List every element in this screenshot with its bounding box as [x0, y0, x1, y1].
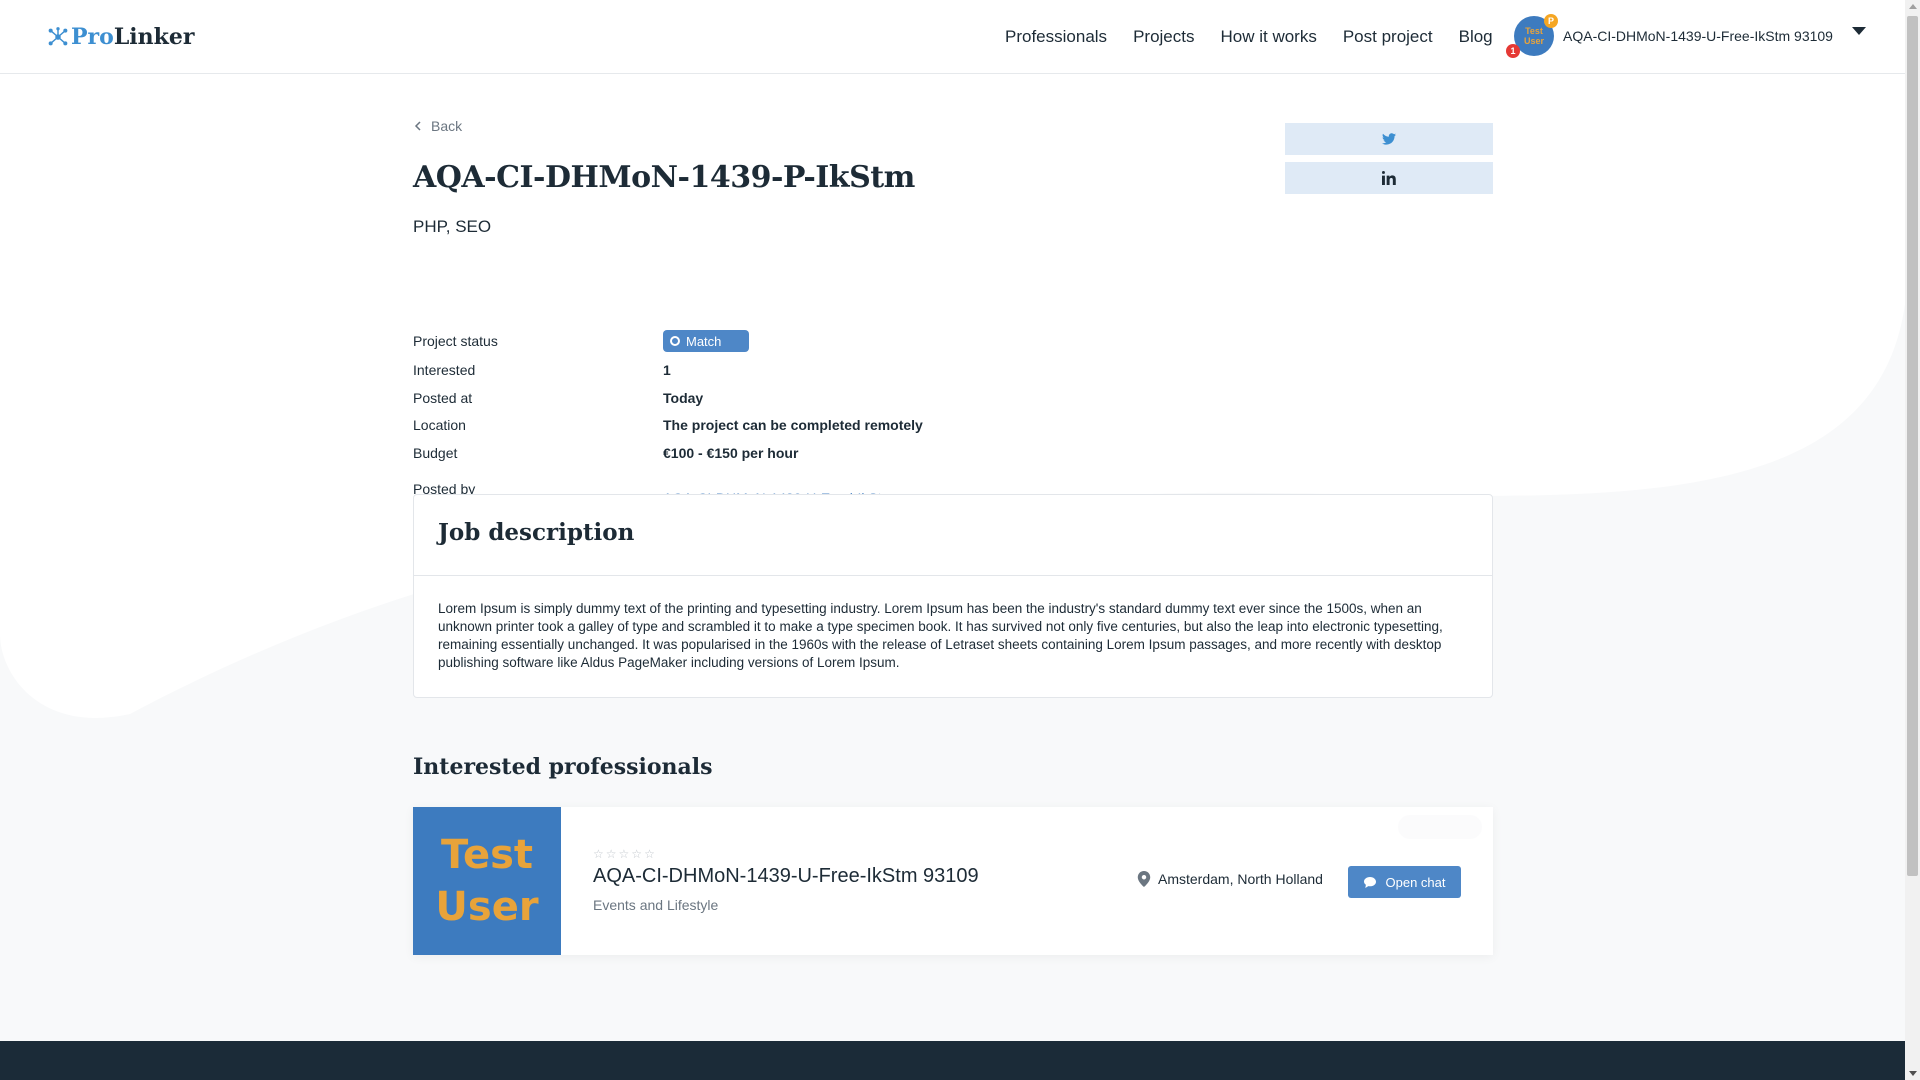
status-circle-icon [670, 336, 680, 346]
location-text: Amsterdam, North Holland [1158, 871, 1323, 887]
logo-linker-text: Linker [113, 24, 195, 50]
main-nav: Professionals Projects How it works Post… [1005, 0, 1519, 74]
detail-label: Budget [413, 445, 458, 461]
share-twitter-button[interactable] [1285, 123, 1493, 155]
back-link[interactable]: Back [413, 118, 462, 134]
interested-professionals-title: Interested professionals [413, 754, 713, 780]
scroll-thumb[interactable] [1907, 16, 1918, 876]
location-pin-icon [1137, 871, 1151, 887]
rating-stars: ☆ ☆ ☆ ☆ ☆ [593, 847, 657, 861]
vertical-scrollbar[interactable] [1905, 0, 1920, 1080]
detail-row-status: Project status Match [413, 330, 749, 352]
open-chat-label: Open chat [1385, 874, 1446, 890]
linkedin-icon [1382, 171, 1396, 185]
detail-label: Project status [413, 333, 498, 349]
nav-blog[interactable]: Blog [1459, 27, 1493, 47]
star-icon: ☆ [605, 847, 617, 861]
user-avatar-text: Test User [1523, 26, 1544, 46]
job-description-text: Lorem Ipsum is simply dummy text of the … [438, 601, 1443, 670]
nav-professionals[interactable]: Professionals [1005, 27, 1107, 47]
twitter-icon [1382, 133, 1396, 145]
share-linkedin-button[interactable] [1285, 162, 1493, 194]
detail-value: 1 [663, 362, 671, 378]
nav-projects[interactable]: Projects [1133, 27, 1194, 47]
status-badge: Match [663, 330, 749, 352]
logo-pro-text: Pro [71, 24, 114, 50]
card-tag [1398, 815, 1482, 839]
caret-down-icon[interactable] [1851, 27, 1866, 35]
detail-row-interested: Interested 1 [413, 362, 671, 378]
avatar-line-1: Test [440, 832, 534, 878]
star-icon: ☆ [644, 847, 655, 861]
detail-value: Match [663, 330, 749, 352]
scroll-down-arrow-icon[interactable] [1909, 1071, 1917, 1076]
job-description-header: Job description [414, 495, 1492, 576]
detail-value: The project can be completed remotely [663, 417, 923, 433]
premium-badge: P [1544, 14, 1558, 28]
project-title: AQA-CI-DHMoN-1439-P-IkStm [413, 160, 915, 195]
open-chat-button[interactable]: Open chat [1348, 866, 1461, 898]
prolinker-logo[interactable]: Pro Linker [47, 22, 194, 52]
user-name[interactable]: AQA-CI-DHMoN-1439-U-Free-IkStm 93109 [1563, 28, 1833, 44]
nav-post-project[interactable]: Post project [1343, 27, 1433, 47]
top-navbar: Pro Linker Professionals Projects How it … [0, 0, 1905, 74]
detail-label: Interested [413, 362, 476, 378]
logo-icon [48, 27, 68, 46]
star-icon: ☆ [618, 847, 630, 861]
detail-label: Posted at [413, 390, 473, 406]
user-menu[interactable]: Test User P 1 AQA-CI-DHMoN-1439-U-Free-I… [1506, 14, 1866, 58]
star-icon: ☆ [631, 847, 643, 861]
detail-row-posted-at: Posted at Today [413, 390, 703, 406]
detail-value: €100 - €150 per hour [663, 445, 799, 461]
user-avatar[interactable]: Test User P 1 [1506, 14, 1558, 58]
scroll-up-arrow-icon[interactable] [1909, 4, 1917, 9]
chat-bubble-icon [1363, 876, 1376, 888]
job-description-title: Job description [438, 519, 635, 546]
professional-name[interactable]: AQA-CI-DHMoN-1439-U-Free-IkStm 93109 [593, 865, 979, 888]
detail-row-budget: Budget €100 - €150 per hour [413, 445, 798, 461]
job-description-card: Job description Lorem Ipsum is simply du… [413, 494, 1493, 698]
star-icon: ☆ [593, 847, 604, 861]
notification-badge[interactable]: 1 [1506, 44, 1520, 58]
detail-label: Location [413, 417, 466, 433]
professional-category: Events and Lifestyle [593, 897, 719, 913]
page-footer [0, 1041, 1905, 1080]
project-skills: PHP, SEO [413, 217, 492, 236]
nav-how-it-works[interactable]: How it works [1220, 27, 1316, 47]
status-text: Match [686, 333, 722, 349]
detail-row-location: Location The project can be completed re… [413, 417, 923, 433]
professional-card[interactable]: Test User ☆ ☆ ☆ ☆ ☆ AQA-CI-DHMoN-1439-U-… [413, 807, 1493, 955]
avatar-line-2: User [435, 884, 539, 930]
chevron-left-icon [414, 121, 421, 131]
detail-value: Today [663, 390, 704, 406]
professional-location: Amsterdam, North Holland [1137, 871, 1323, 887]
back-label: Back [431, 118, 463, 134]
professional-avatar[interactable]: Test User [413, 807, 561, 955]
